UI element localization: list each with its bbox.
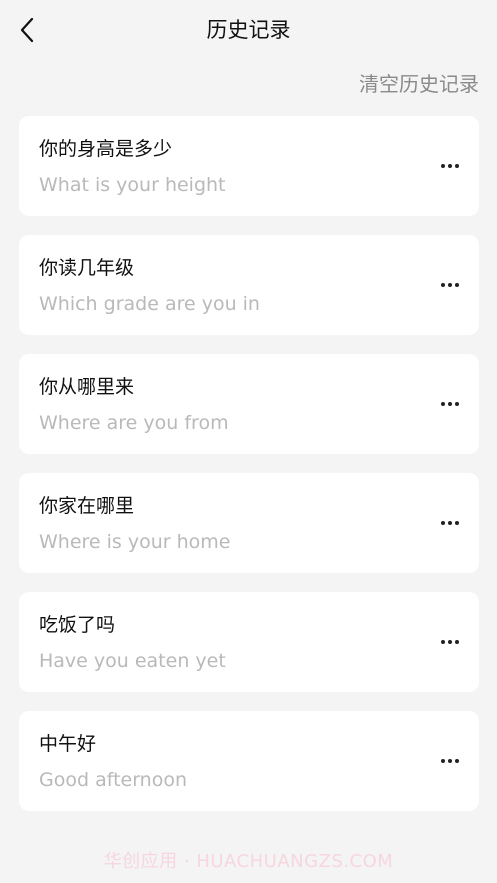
history-item-english: Which grade are you in [39, 293, 260, 315]
clear-history-button[interactable]: 清空历史记录 [359, 70, 479, 98]
history-item-chinese: 你读几年级 [39, 257, 135, 279]
more-horizontal-icon [441, 283, 445, 287]
history-item-chinese: 中午好 [39, 733, 97, 755]
more-horizontal-icon [441, 759, 445, 763]
more-horizontal-icon [441, 640, 445, 644]
history-item-english: What is your height [39, 174, 226, 196]
more-options-button[interactable] [423, 628, 459, 656]
history-item[interactable]: 你从哪里来 Where are you from [19, 354, 479, 454]
history-item[interactable]: 你家在哪里 Where is your home [19, 473, 479, 573]
history-item-chinese: 你的身高是多少 [39, 138, 173, 160]
more-horizontal-icon [441, 164, 445, 168]
more-options-button[interactable] [423, 747, 459, 775]
history-item-english: Where is your home [39, 531, 231, 553]
history-item-chinese: 你家在哪里 [39, 495, 135, 517]
page-title: 历史记录 [206, 18, 291, 42]
more-options-button[interactable] [423, 271, 459, 299]
history-item-english: Where are you from [39, 412, 229, 434]
watermark: 华创应用 · HUACHUANGZS.COM [103, 851, 394, 872]
history-item[interactable]: 吃饭了吗 Have you eaten yet [19, 592, 479, 692]
top-bar: 历史记录 [0, 0, 497, 60]
history-item-chinese: 吃饭了吗 [39, 614, 116, 636]
more-options-button[interactable] [423, 509, 459, 537]
more-options-button[interactable] [423, 390, 459, 418]
history-list: 你的身高是多少 What is your height 你读几年级 Which … [19, 116, 479, 830]
history-item[interactable]: 中午好 Good afternoon [19, 711, 479, 811]
history-item-chinese: 你从哪里来 [39, 376, 135, 398]
history-item-english: Have you eaten yet [39, 650, 226, 672]
history-item[interactable]: 你的身高是多少 What is your height [19, 116, 479, 216]
more-horizontal-icon [441, 402, 445, 406]
history-item[interactable]: 你读几年级 Which grade are you in [19, 235, 479, 335]
more-options-button[interactable] [423, 152, 459, 180]
more-horizontal-icon [441, 521, 445, 525]
history-item-english: Good afternoon [39, 769, 188, 791]
